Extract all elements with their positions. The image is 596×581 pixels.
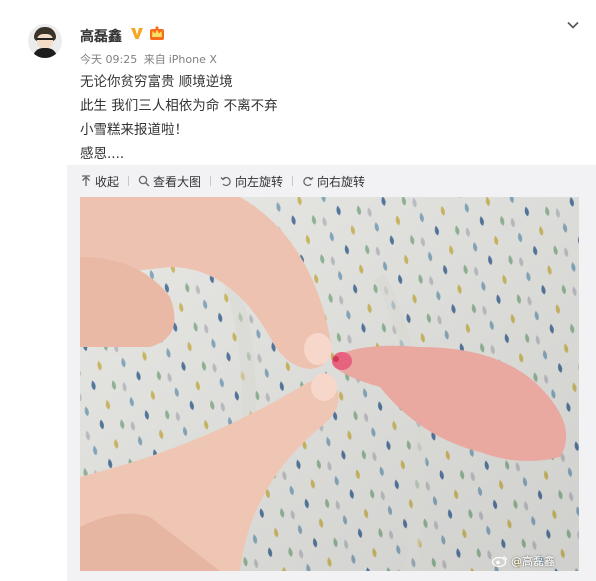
rotate-right-label: 向右旋转 xyxy=(317,174,366,189)
post-text-line: 此生 我们三人相依为命 不离不弃 xyxy=(80,98,278,114)
source-prefix: 来自 xyxy=(143,53,166,66)
rotate-right-icon xyxy=(303,176,314,187)
chevron-down-icon[interactable] xyxy=(566,18,580,32)
post-text-line: 小雪糕来报道啦！ xyxy=(80,122,188,138)
rotate-right-button[interactable]: 向右旋转 xyxy=(302,173,365,190)
weibo-post: 高磊鑫 今天 09:25 来自 iPhone X 无论你贫穷富贵 顺境逆境 此生 … xyxy=(0,0,596,581)
collapse-label: 收起 xyxy=(95,174,120,189)
timestamp[interactable]: 今天 09:25 xyxy=(80,53,137,66)
rotate-left-icon xyxy=(220,176,231,187)
weibo-watermark: @高磊鑫 xyxy=(492,553,555,569)
post-meta: 今天 09:25 来自 iPhone X xyxy=(80,51,220,67)
view-large-button[interactable]: 查看大图 xyxy=(138,173,201,190)
weibo-logo-icon xyxy=(492,556,508,567)
post-photo[interactable] xyxy=(80,197,579,571)
toolbar-divider xyxy=(210,176,212,186)
avatar[interactable] xyxy=(28,24,62,58)
toolbar-divider xyxy=(128,176,130,186)
arrow-up-icon xyxy=(82,175,90,186)
view-large-label: 查看大图 xyxy=(153,174,202,189)
rotate-left-label: 向左旋转 xyxy=(235,174,284,189)
watermark-text: @高磊鑫 xyxy=(511,555,555,568)
post-text-line: 无论你贫穷富贵 顺境逆境 xyxy=(80,74,233,90)
source[interactable]: iPhone X xyxy=(169,53,217,66)
magnifier-icon xyxy=(138,175,150,187)
collapse-button[interactable]: 收起 xyxy=(80,173,119,190)
rotate-left-button[interactable]: 向左旋转 xyxy=(220,173,283,190)
vip-crown-icon[interactable] xyxy=(149,25,165,41)
verified-v-icon xyxy=(131,28,143,39)
username[interactable]: 高磊鑫 xyxy=(80,26,122,46)
toolbar-divider xyxy=(292,176,294,186)
media-toolbar: 收起 查看大图 向左旋转 向右旋转 xyxy=(80,173,365,189)
post-text-line: 感恩.... xyxy=(80,146,125,162)
